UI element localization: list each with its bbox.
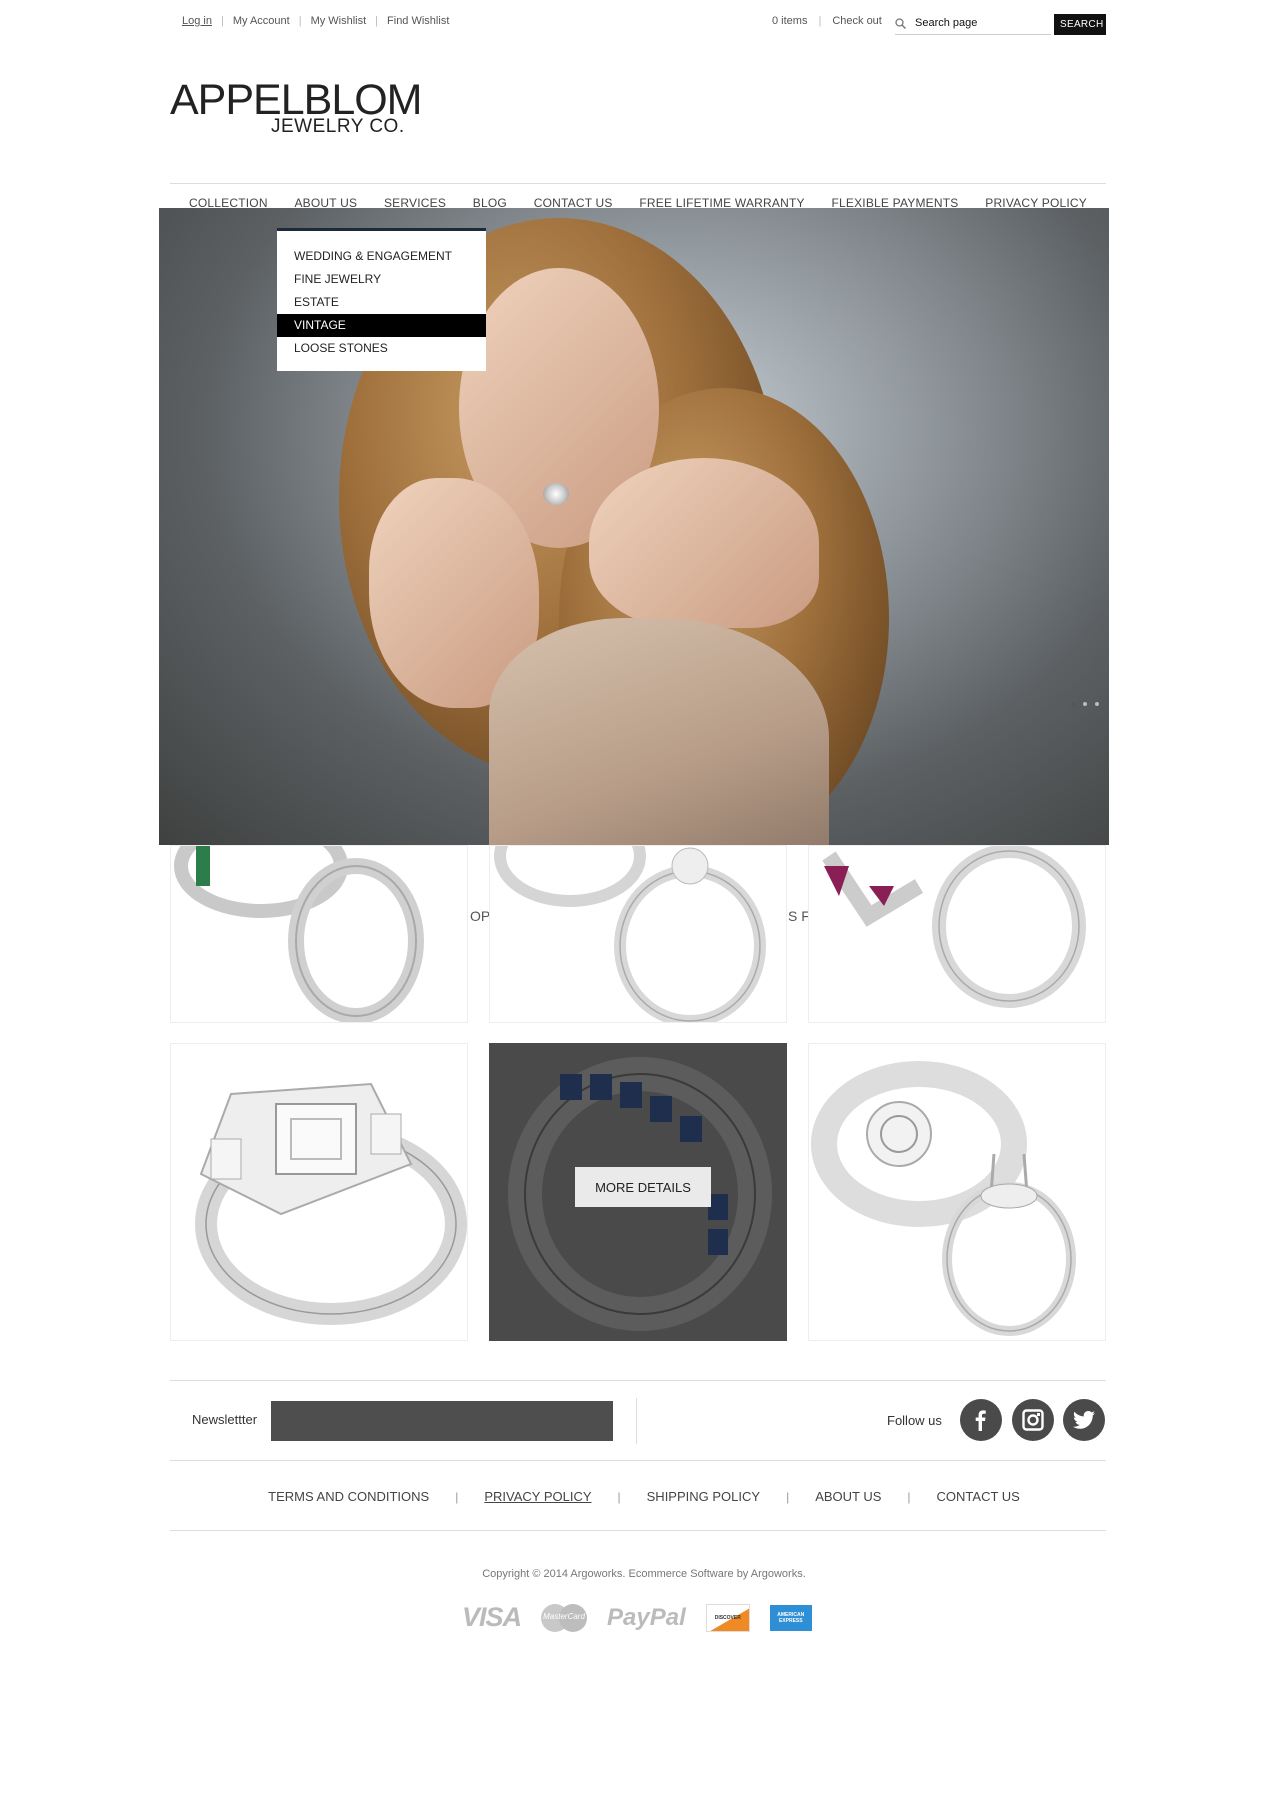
cart-count-link[interactable]: 0 items	[772, 15, 807, 27]
search-input[interactable]	[915, 17, 1045, 29]
follow-us-label: Follow us	[887, 1413, 942, 1428]
divider	[170, 1530, 1106, 1531]
find-wishlist-link[interactable]: Find Wishlist	[387, 15, 449, 27]
discover-icon: DISCOVER	[705, 1603, 750, 1632]
about-us-dropdown: WEDDING & ENGAGEMENT FINE JEWELRY ESTATE…	[277, 228, 486, 371]
site-logo[interactable]: APPELBLOM JEWELRY CO.	[170, 78, 422, 137]
newsletter-input[interactable]	[271, 1401, 613, 1441]
search-icon	[895, 17, 906, 29]
separator: |	[375, 15, 379, 27]
separator: |	[455, 1489, 459, 1504]
separator: |	[298, 15, 302, 27]
product-card[interactable]	[808, 845, 1106, 1023]
slider-dot[interactable]	[1071, 702, 1075, 706]
product-image	[174, 846, 424, 1022]
instagram-icon[interactable]	[1012, 1399, 1054, 1441]
cart-links: 0 items | Check out	[772, 15, 882, 27]
my-wishlist-link[interactable]: My Wishlist	[311, 15, 367, 27]
top-bar: Log in | My Account | My Wishlist | Find…	[0, 0, 1288, 46]
hidden-slide-text: S F	[788, 908, 810, 924]
facebook-icon[interactable]	[960, 1399, 1002, 1441]
twitter-icon[interactable]	[1063, 1399, 1105, 1441]
checkout-link[interactable]: Check out	[832, 15, 882, 27]
footer-link-privacy[interactable]: PRIVACY POLICY	[484, 1489, 591, 1504]
search-button[interactable]: SEARCH	[1054, 14, 1106, 35]
logo-line2: JEWELRY CO.	[271, 116, 405, 137]
product-card[interactable]	[808, 1043, 1106, 1341]
hidden-slide-text: OP	[470, 908, 491, 924]
product-image	[494, 846, 766, 1022]
separator: |	[220, 15, 224, 27]
my-account-link[interactable]: My Account	[233, 15, 290, 27]
more-details-button[interactable]: MORE DETAILS	[575, 1167, 711, 1207]
dropdown-item-fine-jewelry[interactable]: FINE JEWELRY	[277, 268, 486, 291]
product-card[interactable]	[170, 1043, 468, 1341]
login-link[interactable]: Log in	[182, 15, 212, 27]
product-image	[195, 1082, 467, 1325]
product-card[interactable]	[170, 845, 468, 1023]
paypal-icon: PayPal	[607, 1603, 686, 1631]
product-image	[811, 1061, 1076, 1336]
dropdown-item-vintage[interactable]: VINTAGE	[277, 314, 486, 337]
dropdown-item-estate[interactable]: ESTATE	[277, 291, 486, 314]
footer-links: TERMS AND CONDITIONS | PRIVACY POLICY | …	[0, 1489, 1288, 1504]
dropdown-item-wedding[interactable]: WEDDING & ENGAGEMENT	[277, 245, 486, 268]
product-image	[822, 846, 1086, 1008]
search-box	[895, 12, 1051, 35]
payment-icons: VISA MasterCard PayPal DISCOVER AMERICAN…	[462, 1602, 812, 1633]
nav-top-divider	[170, 183, 1106, 184]
account-links: Log in | My Account | My Wishlist | Find…	[182, 15, 449, 27]
footer-link-about[interactable]: ABOUT US	[815, 1489, 881, 1504]
footer-link-contact[interactable]: CONTACT US	[937, 1489, 1020, 1504]
divider	[636, 1398, 637, 1444]
separator: |	[786, 1489, 790, 1504]
separator: |	[617, 1489, 621, 1504]
mastercard-icon: MasterCard	[541, 1603, 588, 1632]
slider-dot[interactable]	[1083, 702, 1087, 706]
newsletter-label: Newslettter	[192, 1412, 258, 1427]
slider-dots	[1071, 702, 1099, 706]
separator: |	[818, 15, 822, 27]
visa-icon: VISA	[462, 1602, 522, 1632]
amex-icon: AMERICAN EXPRESS	[769, 1604, 812, 1631]
copyright-text: Copyright © 2014 Argoworks. Ecommerce So…	[482, 1568, 806, 1580]
dropdown-item-loose-stones[interactable]: LOOSE STONES	[277, 337, 486, 360]
footer-link-shipping[interactable]: SHIPPING POLICY	[647, 1489, 760, 1504]
divider	[170, 1380, 1106, 1381]
slider-dot[interactable]	[1095, 702, 1099, 706]
product-card[interactable]	[489, 845, 787, 1023]
footer-link-terms[interactable]: TERMS AND CONDITIONS	[268, 1489, 429, 1504]
divider	[170, 1460, 1106, 1461]
separator: |	[907, 1489, 911, 1504]
